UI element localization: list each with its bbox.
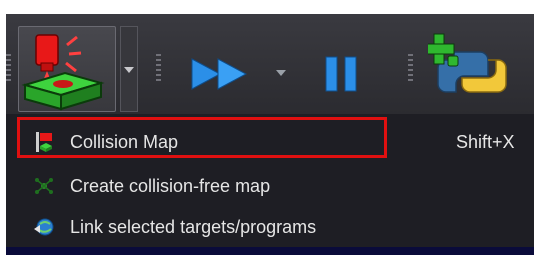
toolbar-grip[interactable] [6,54,11,84]
chevron-down-icon [124,67,134,73]
menu-item-link-selected-targets[interactable]: Link selected targets/programs [14,210,528,244]
collision-map-icon [21,34,105,111]
toolbar-grip[interactable] [156,54,161,84]
pause-icon[interactable] [322,55,362,93]
bottom-strip [6,247,534,255]
menu-item-shortcut: Shift+X [456,132,515,152]
menu-item-label: Link selected targets/programs [70,217,317,237]
link-targets-icon [34,218,54,236]
python-add-icon[interactable] [428,30,512,110]
collision-dropdown-button[interactable] [120,26,138,112]
collision-map-button[interactable] [18,26,116,112]
menu-item-create-collision-free-map[interactable]: Create collision-free map [14,169,528,203]
collision-free-map-icon [35,178,53,194]
toolbar-grip[interactable] [408,54,413,84]
run-dropdown-arrow[interactable] [276,70,286,76]
highlight-box [17,117,387,158]
menu-item-label: Create collision-free map [70,176,271,196]
fast-forward-icon[interactable] [190,55,266,93]
